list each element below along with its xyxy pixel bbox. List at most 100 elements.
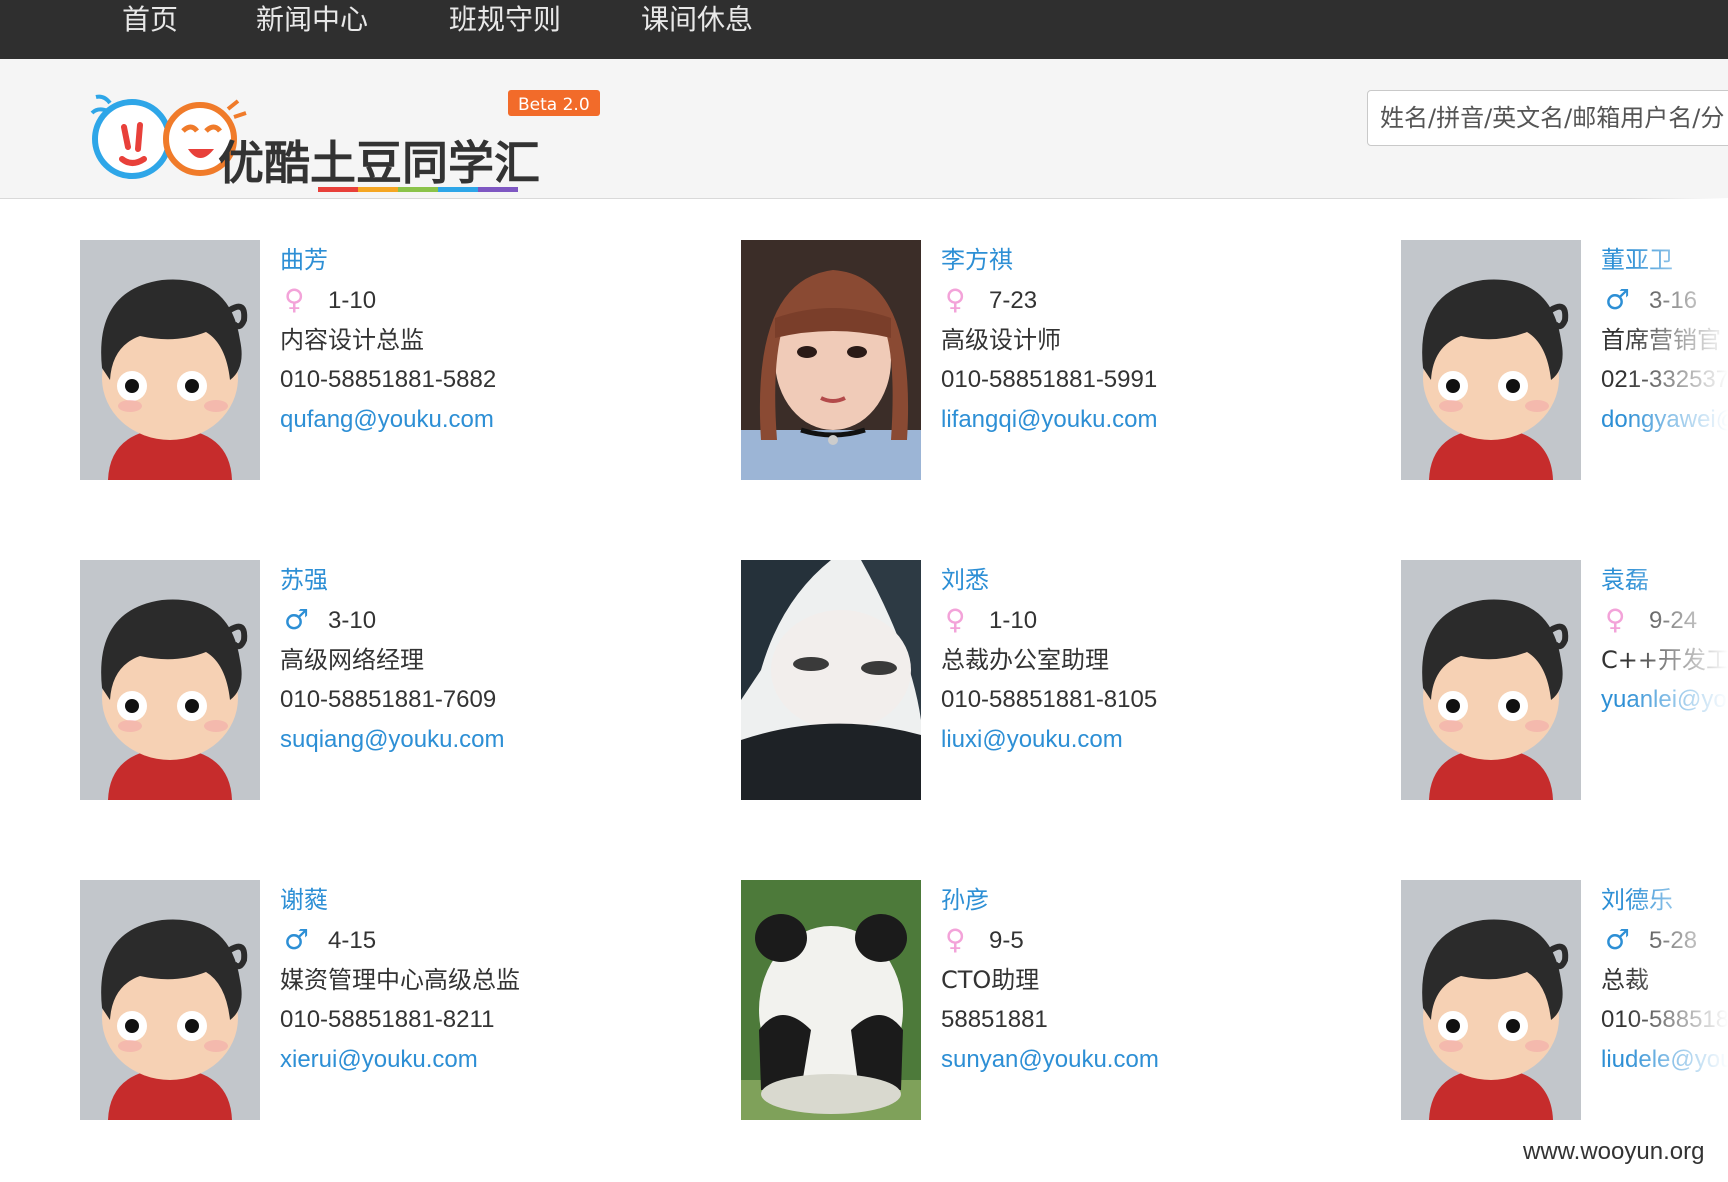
female-icon: ♀: [1605, 603, 1626, 636]
email-link[interactable]: lifangqi@youku.com: [941, 400, 1157, 440]
nav-item-news[interactable]: 新闻中心: [256, 0, 368, 40]
phone-number: 010-58851881-8211: [280, 1006, 495, 1033]
birthday: 5-28: [1649, 927, 1698, 954]
logo-text: 优酷土豆同学汇: [218, 136, 540, 190]
person-name[interactable]: 孙彦: [941, 880, 989, 920]
gender-birthday: ♀ 7-23: [941, 280, 1037, 320]
person-card: 谢蕤 ♂ 4-15 媒资管理中心高级总监 010-58851881-8211 xi…: [80, 880, 720, 1125]
nav-item-break[interactable]: 课间休息: [641, 0, 753, 40]
default-avatar-image: [1401, 240, 1581, 480]
phone-number: 010-588518: [1601, 1006, 1728, 1033]
default-avatar-image: [80, 880, 260, 1120]
female-icon: ♀: [945, 923, 966, 956]
top-nav: 首页 新闻中心 班规守则 课间休息: [0, 0, 1728, 59]
birthday: 4-15: [328, 927, 377, 954]
person-card: 刘德乐 ♂ 5-28 总裁 010-588518 liudele@you: [1401, 880, 1728, 1125]
person-card: 苏强 ♂ 3-10 高级网络经理 010-58851881-7609 suqian…: [80, 560, 720, 805]
default-avatar-image: [80, 560, 260, 800]
person-card: 曲芳 ♀ 1-10 内容设计总监 010-58851881-5882 qufang…: [80, 240, 720, 485]
gender-birthday: ♀ 9-5: [941, 920, 1024, 960]
job-title: 媒资管理中心高级总监: [280, 966, 520, 994]
job-title: 总裁: [1601, 966, 1649, 994]
phone-number: 58851881: [941, 1006, 1048, 1033]
phone-number: 010-58851881-5991: [941, 366, 1158, 393]
gender-birthday: ♀ 1-10: [941, 600, 1037, 640]
gender-birthday: ♂ 4-15: [280, 920, 376, 960]
female-icon: ♀: [945, 603, 966, 636]
phone-number: 010-58851881-7609: [280, 686, 497, 713]
default-avatar-image: [1401, 560, 1581, 800]
person-card: 刘悉 ♀ 1-10 总裁办公室助理 010-58851881-8105 liuxi…: [741, 560, 1381, 805]
birthday: 9-5: [989, 927, 1024, 954]
email-link[interactable]: sunyan@youku.com: [941, 1040, 1159, 1080]
birthday: 7-23: [989, 287, 1038, 314]
email-link[interactable]: suqiang@youku.com: [280, 720, 504, 760]
avatar[interactable]: [741, 560, 921, 800]
avatar[interactable]: [80, 880, 260, 1120]
person-name[interactable]: 刘悉: [941, 560, 989, 600]
person-name[interactable]: 苏强: [280, 560, 328, 600]
email-link[interactable]: liudele@you: [1601, 1040, 1728, 1080]
birthday: 1-10: [328, 287, 377, 314]
avatar[interactable]: [80, 240, 260, 480]
avatar[interactable]: [1401, 560, 1581, 800]
avatar[interactable]: [741, 880, 921, 1120]
gender-birthday: ♀ 1-10: [280, 280, 376, 320]
email-link[interactable]: dongyawei@: [1601, 400, 1728, 440]
job-title: 高级网络经理: [280, 646, 424, 674]
site-logo[interactable]: 优酷土豆同学汇 Beta 2.0: [88, 87, 608, 202]
nav-item-rules[interactable]: 班规守则: [449, 0, 561, 40]
job-title: C++开发工程: [1601, 646, 1728, 674]
gender-birthday: ♂ 5-28: [1601, 920, 1697, 960]
default-avatar-image: [1401, 880, 1581, 1120]
phone-number: 010-58851881-8105: [941, 686, 1158, 713]
avatar[interactable]: [741, 240, 921, 480]
header: 优酷土豆同学汇 Beta 2.0: [0, 59, 1728, 199]
person-card: 董亚卫 ♂ 3-16 首席营销官 021-332537 dongyawei@: [1401, 240, 1728, 485]
photo-avatar-image: [741, 560, 921, 800]
avatar[interactable]: [80, 560, 260, 800]
person-name[interactable]: 谢蕤: [280, 880, 328, 920]
email-link[interactable]: qufang@youku.com: [280, 400, 494, 440]
job-title: 高级设计师: [941, 326, 1061, 354]
nav-item-home[interactable]: 首页: [122, 0, 178, 40]
person-name[interactable]: 董亚卫: [1601, 240, 1673, 280]
default-avatar-image: [80, 240, 260, 480]
birthday: 1-10: [989, 607, 1038, 634]
female-icon: ♀: [284, 283, 305, 316]
job-title: 总裁办公室助理: [941, 646, 1109, 674]
email-link[interactable]: xierui@youku.com: [280, 1040, 478, 1080]
male-icon: ♂: [284, 603, 310, 636]
person-name[interactable]: 李方祺: [941, 240, 1013, 280]
birthday: 3-16: [1649, 287, 1698, 314]
avatar[interactable]: [1401, 240, 1581, 480]
male-icon: ♂: [1605, 923, 1631, 956]
avatar[interactable]: [1401, 880, 1581, 1120]
male-icon: ♂: [284, 923, 310, 956]
person-name[interactable]: 袁磊: [1601, 560, 1649, 600]
birthday: 3-10: [328, 607, 377, 634]
watermark: www.wooyun.org: [1523, 1138, 1705, 1165]
job-title: CTO助理: [941, 966, 1040, 994]
search-input[interactable]: [1367, 90, 1728, 146]
gender-birthday: ♀ 9-24: [1601, 600, 1697, 640]
photo-avatar-image: [741, 880, 921, 1120]
person-card: 孙彦 ♀ 9-5 CTO助理 58851881 sunyan@youku.com: [741, 880, 1381, 1125]
beta-badge: Beta 2.0: [518, 95, 590, 115]
phone-number: 021-332537: [1601, 366, 1728, 393]
male-icon: ♂: [1605, 283, 1631, 316]
person-card: 李方祺 ♀ 7-23 高级设计师 010-58851881-5991 lifang…: [741, 240, 1381, 485]
person-name[interactable]: 曲芳: [280, 240, 328, 280]
gender-birthday: ♂ 3-16: [1601, 280, 1697, 320]
email-link[interactable]: yuanlei@yo: [1601, 680, 1727, 720]
job-title: 首席营销官: [1601, 326, 1721, 354]
photo-avatar-image: [741, 240, 921, 480]
birthday: 9-24: [1649, 607, 1698, 634]
female-icon: ♀: [945, 283, 966, 316]
email-link[interactable]: liuxi@youku.com: [941, 720, 1123, 760]
person-name[interactable]: 刘德乐: [1601, 880, 1673, 920]
person-card: 袁磊 ♀ 9-24 C++开发工程 yuanlei@yo: [1401, 560, 1728, 805]
job-title: 内容设计总监: [280, 326, 424, 354]
phone-number: 010-58851881-5882: [280, 366, 497, 393]
gender-birthday: ♂ 3-10: [280, 600, 376, 640]
